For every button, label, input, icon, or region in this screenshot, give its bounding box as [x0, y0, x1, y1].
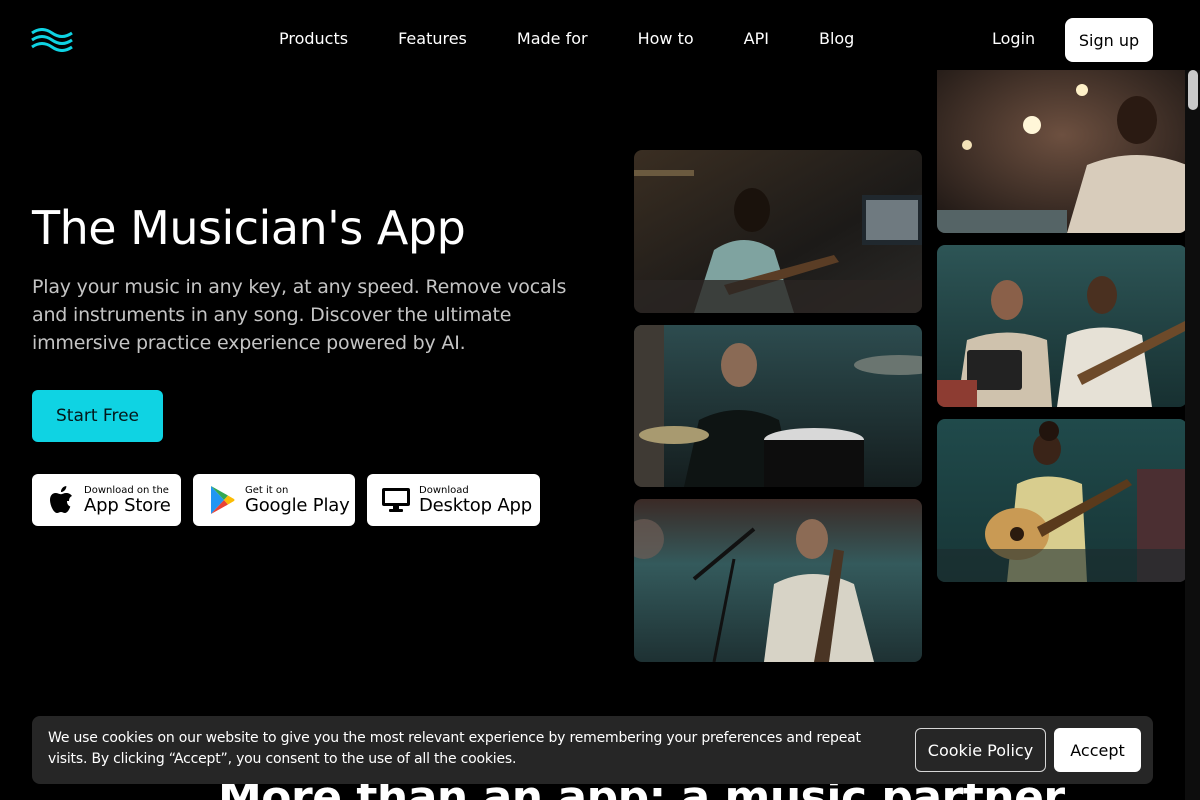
- cookie-text: We use cookies on our website to give yo…: [48, 730, 861, 767]
- scrollbar-track[interactable]: [1185, 70, 1200, 800]
- google-play-big: Google Play: [245, 494, 350, 516]
- scrollbar-thumb[interactable]: [1188, 70, 1198, 110]
- google-play-button[interactable]: Get it on Google Play: [193, 474, 355, 526]
- nav-link-features[interactable]: Features: [398, 29, 467, 49]
- nav-links: Products Features Made for How to API Bl…: [279, 29, 904, 49]
- nav-link-how-to[interactable]: How to: [638, 29, 694, 49]
- desktop-app-button[interactable]: Download Desktop App: [367, 474, 540, 526]
- nav-link-products[interactable]: Products: [279, 29, 348, 49]
- app-store-small: Download on the: [84, 484, 169, 496]
- app-store-button[interactable]: Download on the App Store: [32, 474, 181, 526]
- monitor-icon: [381, 485, 411, 515]
- top-nav: Products Features Made for How to API Bl…: [0, 0, 1200, 78]
- google-play-icon: [207, 485, 237, 515]
- apple-icon: [46, 485, 76, 515]
- waves-logo-icon[interactable]: [31, 28, 73, 52]
- nav-link-made-for[interactable]: Made for: [517, 29, 588, 49]
- nav-link-blog[interactable]: Blog: [819, 29, 854, 49]
- desktop-app-big: Desktop App: [419, 494, 532, 516]
- photo-acoustic-guitarist: [937, 419, 1187, 582]
- google-play-small: Get it on: [245, 484, 289, 496]
- google-play-text: Get it on Google Play: [245, 485, 350, 516]
- desktop-app-text: Download Desktop App: [419, 485, 532, 516]
- photo-studio-bassist: [634, 150, 922, 313]
- photo-duo-tablet: [937, 245, 1187, 407]
- photo-singer-stage: [937, 70, 1187, 233]
- desktop-app-small: Download: [419, 484, 469, 496]
- app-store-big: App Store: [84, 494, 171, 516]
- accept-cookies-button[interactable]: Accept: [1054, 728, 1141, 772]
- cookie-policy-button[interactable]: Cookie Policy: [915, 728, 1046, 772]
- login-link[interactable]: Login: [992, 29, 1035, 49]
- hero-title: The Musician's App: [32, 201, 466, 255]
- hero-subtitle: Play your music in any key, at any speed…: [32, 276, 567, 354]
- app-store-text: Download on the App Store: [84, 485, 171, 516]
- cookie-banner: We use cookies on our website to give yo…: [32, 716, 1153, 784]
- signup-button[interactable]: Sign up: [1065, 18, 1153, 62]
- photo-drummer: [634, 325, 922, 487]
- start-free-button[interactable]: Start Free: [32, 390, 163, 442]
- nav-link-api[interactable]: API: [744, 29, 769, 49]
- photo-guitarist-mic: [634, 499, 922, 662]
